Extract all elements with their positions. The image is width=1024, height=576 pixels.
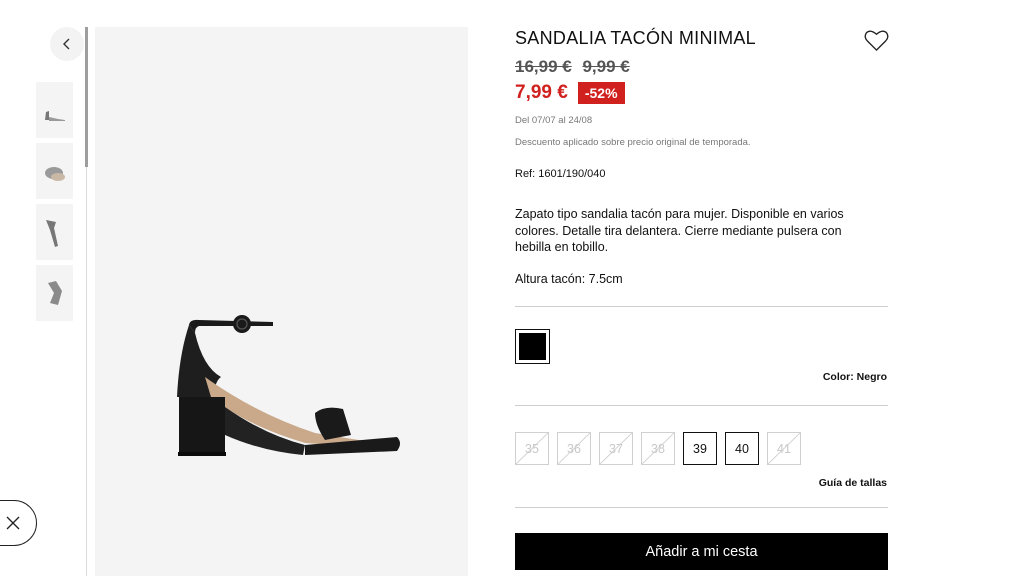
divider: [515, 507, 888, 508]
heel-height: Altura tacón: 7.5cm: [515, 272, 623, 286]
unavailable-strike: [768, 433, 800, 464]
original-prices: 16,99 € 9,99 €: [515, 57, 636, 77]
size-guide-link[interactable]: Guía de tallas: [819, 477, 887, 489]
discount-badge: -52%: [577, 82, 625, 104]
discount-disclaimer: Descuento aplicado sobre precio original…: [515, 137, 751, 148]
back-button[interactable]: [50, 27, 84, 61]
size-option-38: 38: [641, 432, 675, 465]
shoe-thumbnail-image: [45, 220, 58, 247]
scrollbar-thumb[interactable]: [85, 27, 88, 167]
size-option-37: 37: [599, 432, 633, 465]
unavailable-strike: [600, 433, 632, 464]
product-reference: Ref: 1601/190/040: [515, 168, 606, 180]
promotion-dates: Del 07/07 al 24/08: [515, 115, 593, 126]
price-row: 7,99 € -52%: [515, 82, 625, 104]
thumbnail-back-view[interactable]: [36, 265, 73, 321]
shoe-thumbnail-image: [44, 111, 65, 121]
size-label: 40: [735, 441, 749, 456]
size-option-36: 36: [557, 432, 591, 465]
product-description: Zapato tipo sandalia tacón para mujer. D…: [515, 207, 844, 254]
close-icon: [6, 516, 20, 530]
color-swatch-fill: [519, 333, 546, 360]
unavailable-strike: [642, 433, 674, 464]
sandal-image: [177, 315, 400, 456]
size-option-41: 41: [767, 432, 801, 465]
close-button[interactable]: [0, 500, 37, 546]
product-main-image[interactable]: [95, 27, 468, 576]
heart-icon[interactable]: [864, 29, 889, 52]
unavailable-strike: [516, 433, 548, 464]
divider: [515, 306, 888, 307]
shoe-thumbnail-image: [44, 167, 65, 181]
unavailable-strike: [558, 433, 590, 464]
product-info: SANDALIA TACÓN MINIMAL: [515, 27, 888, 49]
thumbnail-side-view[interactable]: [36, 82, 73, 138]
thumbnail-scrollbar[interactable]: [85, 27, 88, 576]
previous-price: 9,99 €: [582, 57, 630, 76]
product-title: SANDALIA TACÓN MINIMAL: [515, 28, 756, 48]
size-option-39[interactable]: 39: [683, 432, 717, 465]
shoe-thumbnail-image: [47, 281, 62, 305]
original-price: 16,99 €: [515, 57, 572, 76]
add-to-cart-button[interactable]: Añadir a mi cesta: [515, 533, 888, 570]
size-option-40[interactable]: 40: [725, 432, 759, 465]
size-label: 39: [693, 441, 707, 456]
size-option-35: 35: [515, 432, 549, 465]
thumbnail-list: [36, 82, 74, 326]
size-selector: 35363738 39 40 41: [515, 432, 809, 465]
current-price: 7,99 €: [515, 82, 568, 103]
selected-color-label: Color: Negro: [822, 371, 887, 383]
chevron-left-icon: [63, 38, 70, 50]
thumbnail-front-view[interactable]: [36, 204, 73, 260]
thumbnail-top-view[interactable]: [36, 143, 73, 199]
divider: [515, 405, 888, 406]
color-swatch-black[interactable]: [515, 329, 550, 364]
